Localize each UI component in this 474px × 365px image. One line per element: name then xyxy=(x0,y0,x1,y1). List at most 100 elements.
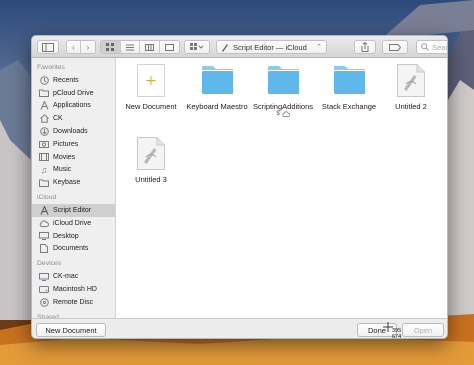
list-icon xyxy=(125,44,134,50)
file-item-stack-exchange[interactable]: Stack Exchange xyxy=(316,64,382,111)
file-status-text: $ xyxy=(276,111,280,117)
sidebar-item-ck-mac[interactable]: CK-mac xyxy=(32,270,115,283)
nav-segment: ‹ › xyxy=(66,40,96,54)
arrange-icon xyxy=(190,43,204,50)
file-label: Untitled 2 xyxy=(395,102,427,111)
sidebar-header-icloud: iCloud xyxy=(37,194,57,202)
sidebar-item-label: Movies xyxy=(53,153,76,161)
music-icon: ♫ xyxy=(40,164,48,175)
file-item-scriptingadditions[interactable]: ScriptingAdditions $ xyxy=(250,64,316,117)
sidebar-item-music[interactable]: ♫ Music xyxy=(32,164,115,177)
sidebar-item-ck[interactable]: CK xyxy=(32,112,115,125)
back-button[interactable]: ‹ xyxy=(67,41,82,53)
tag-icon xyxy=(389,43,401,51)
sidebar-item-label: Documents xyxy=(53,245,89,253)
sidebar-item-label: Downloads xyxy=(53,128,88,136)
folder-icon xyxy=(333,64,365,96)
clock-icon xyxy=(39,75,49,85)
script-icon xyxy=(39,206,49,216)
file-item-new-document[interactable]: New Document xyxy=(118,63,184,111)
home-icon xyxy=(39,114,49,124)
file-item-untitled-3[interactable]: Untitled 3 xyxy=(118,136,184,184)
sidebar-item-keybase[interactable]: Keybase xyxy=(32,176,115,189)
toolbar: ‹ › Script Editor — iCloud ⌃ Sear xyxy=(32,36,447,58)
camera-icon xyxy=(39,139,49,149)
folder-icon xyxy=(39,88,49,98)
folder-icon xyxy=(39,178,49,188)
new-document-button[interactable]: New Document xyxy=(36,323,106,337)
disc-icon xyxy=(39,297,49,307)
sidebar-item-label: Remote Disc xyxy=(53,298,94,306)
sidebar-item-downloads[interactable]: Downloads xyxy=(32,125,115,138)
chevron-right-icon: › xyxy=(86,42,90,52)
forward-button[interactable]: › xyxy=(81,41,95,53)
sidebar-item-label: Macintosh HD xyxy=(53,286,97,294)
cloud-icon xyxy=(39,218,49,228)
sidebar-item-movies[interactable]: Movies xyxy=(32,151,115,164)
sidebar-header-devices: Devices xyxy=(37,260,62,268)
sidebar-item-desktop[interactable]: Desktop xyxy=(32,230,115,243)
script-document-icon xyxy=(135,136,167,170)
columns-icon xyxy=(144,43,154,51)
new-document-icon xyxy=(135,63,167,97)
folder-icon xyxy=(201,64,233,96)
icon-view-button[interactable] xyxy=(101,41,121,53)
sidebar-item-label: Pictures xyxy=(53,140,79,148)
folder-icon xyxy=(267,64,299,96)
sidebar-item-script-editor[interactable]: Script Editor xyxy=(32,204,115,217)
sidebar-item-applications[interactable]: Applications xyxy=(32,100,115,113)
search-field[interactable]: Search xyxy=(416,40,448,54)
tags-button[interactable] xyxy=(382,40,408,54)
sidebar-item-label: Script Editor xyxy=(53,207,92,215)
location-title: Script Editor — iCloud xyxy=(233,42,307,52)
share-icon xyxy=(361,42,369,52)
sidebar-item-macintosh-hd[interactable]: Macintosh HD xyxy=(32,283,115,296)
file-item-untitled-2[interactable]: Untitled 2 xyxy=(378,63,444,111)
sidebar-item-label: Desktop xyxy=(53,232,79,240)
sidebar-item-recents[interactable]: Recents xyxy=(32,74,115,87)
sidebar-item-pcloud-drive[interactable]: pCloud Drive xyxy=(32,87,115,100)
sidebar-header-favorites: Favorites xyxy=(37,64,65,71)
computer-icon xyxy=(39,272,49,282)
column-view-button[interactable] xyxy=(140,41,160,53)
updown-chevron-icon: ⌃ xyxy=(316,44,322,51)
sidebar-section-devices: Devices CK-mac Macintosh HD Remote Disc xyxy=(32,258,115,308)
file-label: Untitled 3 xyxy=(135,175,167,184)
open-button[interactable]: Open xyxy=(402,323,444,337)
document-icon xyxy=(39,244,49,254)
file-browser: New Document Keyboard Maestro ScriptingA… xyxy=(116,58,447,318)
script-document-icon xyxy=(395,63,427,97)
cursor-coordinates: 395 674 xyxy=(392,328,401,340)
download-icon xyxy=(39,127,49,137)
sidebar-section-favorites: Favorites Recents pCloud Drive Applicati… xyxy=(32,62,115,189)
sidebar-item-pictures[interactable]: Pictures xyxy=(32,138,115,151)
list-view-button[interactable] xyxy=(121,41,140,53)
location-popup[interactable]: Script Editor — iCloud ⌃ xyxy=(216,40,327,54)
grid-icon xyxy=(106,43,115,51)
sidebar-item-label: Recents xyxy=(53,76,79,84)
sidebar-item-remote-disc[interactable]: Remote Disc xyxy=(32,296,115,309)
open-dialog-window: ‹ › Script Editor — iCloud ⌃ Sear Favori… xyxy=(31,35,448,339)
file-label: New Document xyxy=(125,102,177,111)
share-button[interactable] xyxy=(354,40,376,54)
sidebar-item-label: iCloud Drive xyxy=(53,219,92,227)
cursor-y: 674 xyxy=(392,334,402,340)
sidebar-item-icloud-drive[interactable]: iCloud Drive xyxy=(32,217,115,230)
sidebar-item-label: CK-mac xyxy=(53,273,79,281)
file-label: Keyboard Maestro xyxy=(186,102,248,111)
sidebar-item-label: pCloud Drive xyxy=(53,89,94,97)
search-placeholder: Search xyxy=(432,42,448,52)
sidebar-toggle-button[interactable] xyxy=(37,40,59,54)
view-mode-segment xyxy=(100,40,180,54)
file-label: ScriptingAdditions xyxy=(252,102,314,111)
applications-icon xyxy=(39,101,49,111)
gallery-view-button[interactable] xyxy=(160,41,179,53)
file-status: $ xyxy=(250,111,316,117)
disk-icon xyxy=(39,285,49,295)
sidebar-item-label: CK xyxy=(53,115,63,123)
file-item-keyboard-maestro[interactable]: Keyboard Maestro xyxy=(184,64,250,111)
sidebar-item-documents[interactable]: Documents xyxy=(32,243,115,256)
sidebar-section-icloud: iCloud Script Editor iCloud Drive Deskto… xyxy=(32,192,115,255)
desktop-icon xyxy=(39,231,49,241)
group-by-button[interactable] xyxy=(184,40,210,54)
